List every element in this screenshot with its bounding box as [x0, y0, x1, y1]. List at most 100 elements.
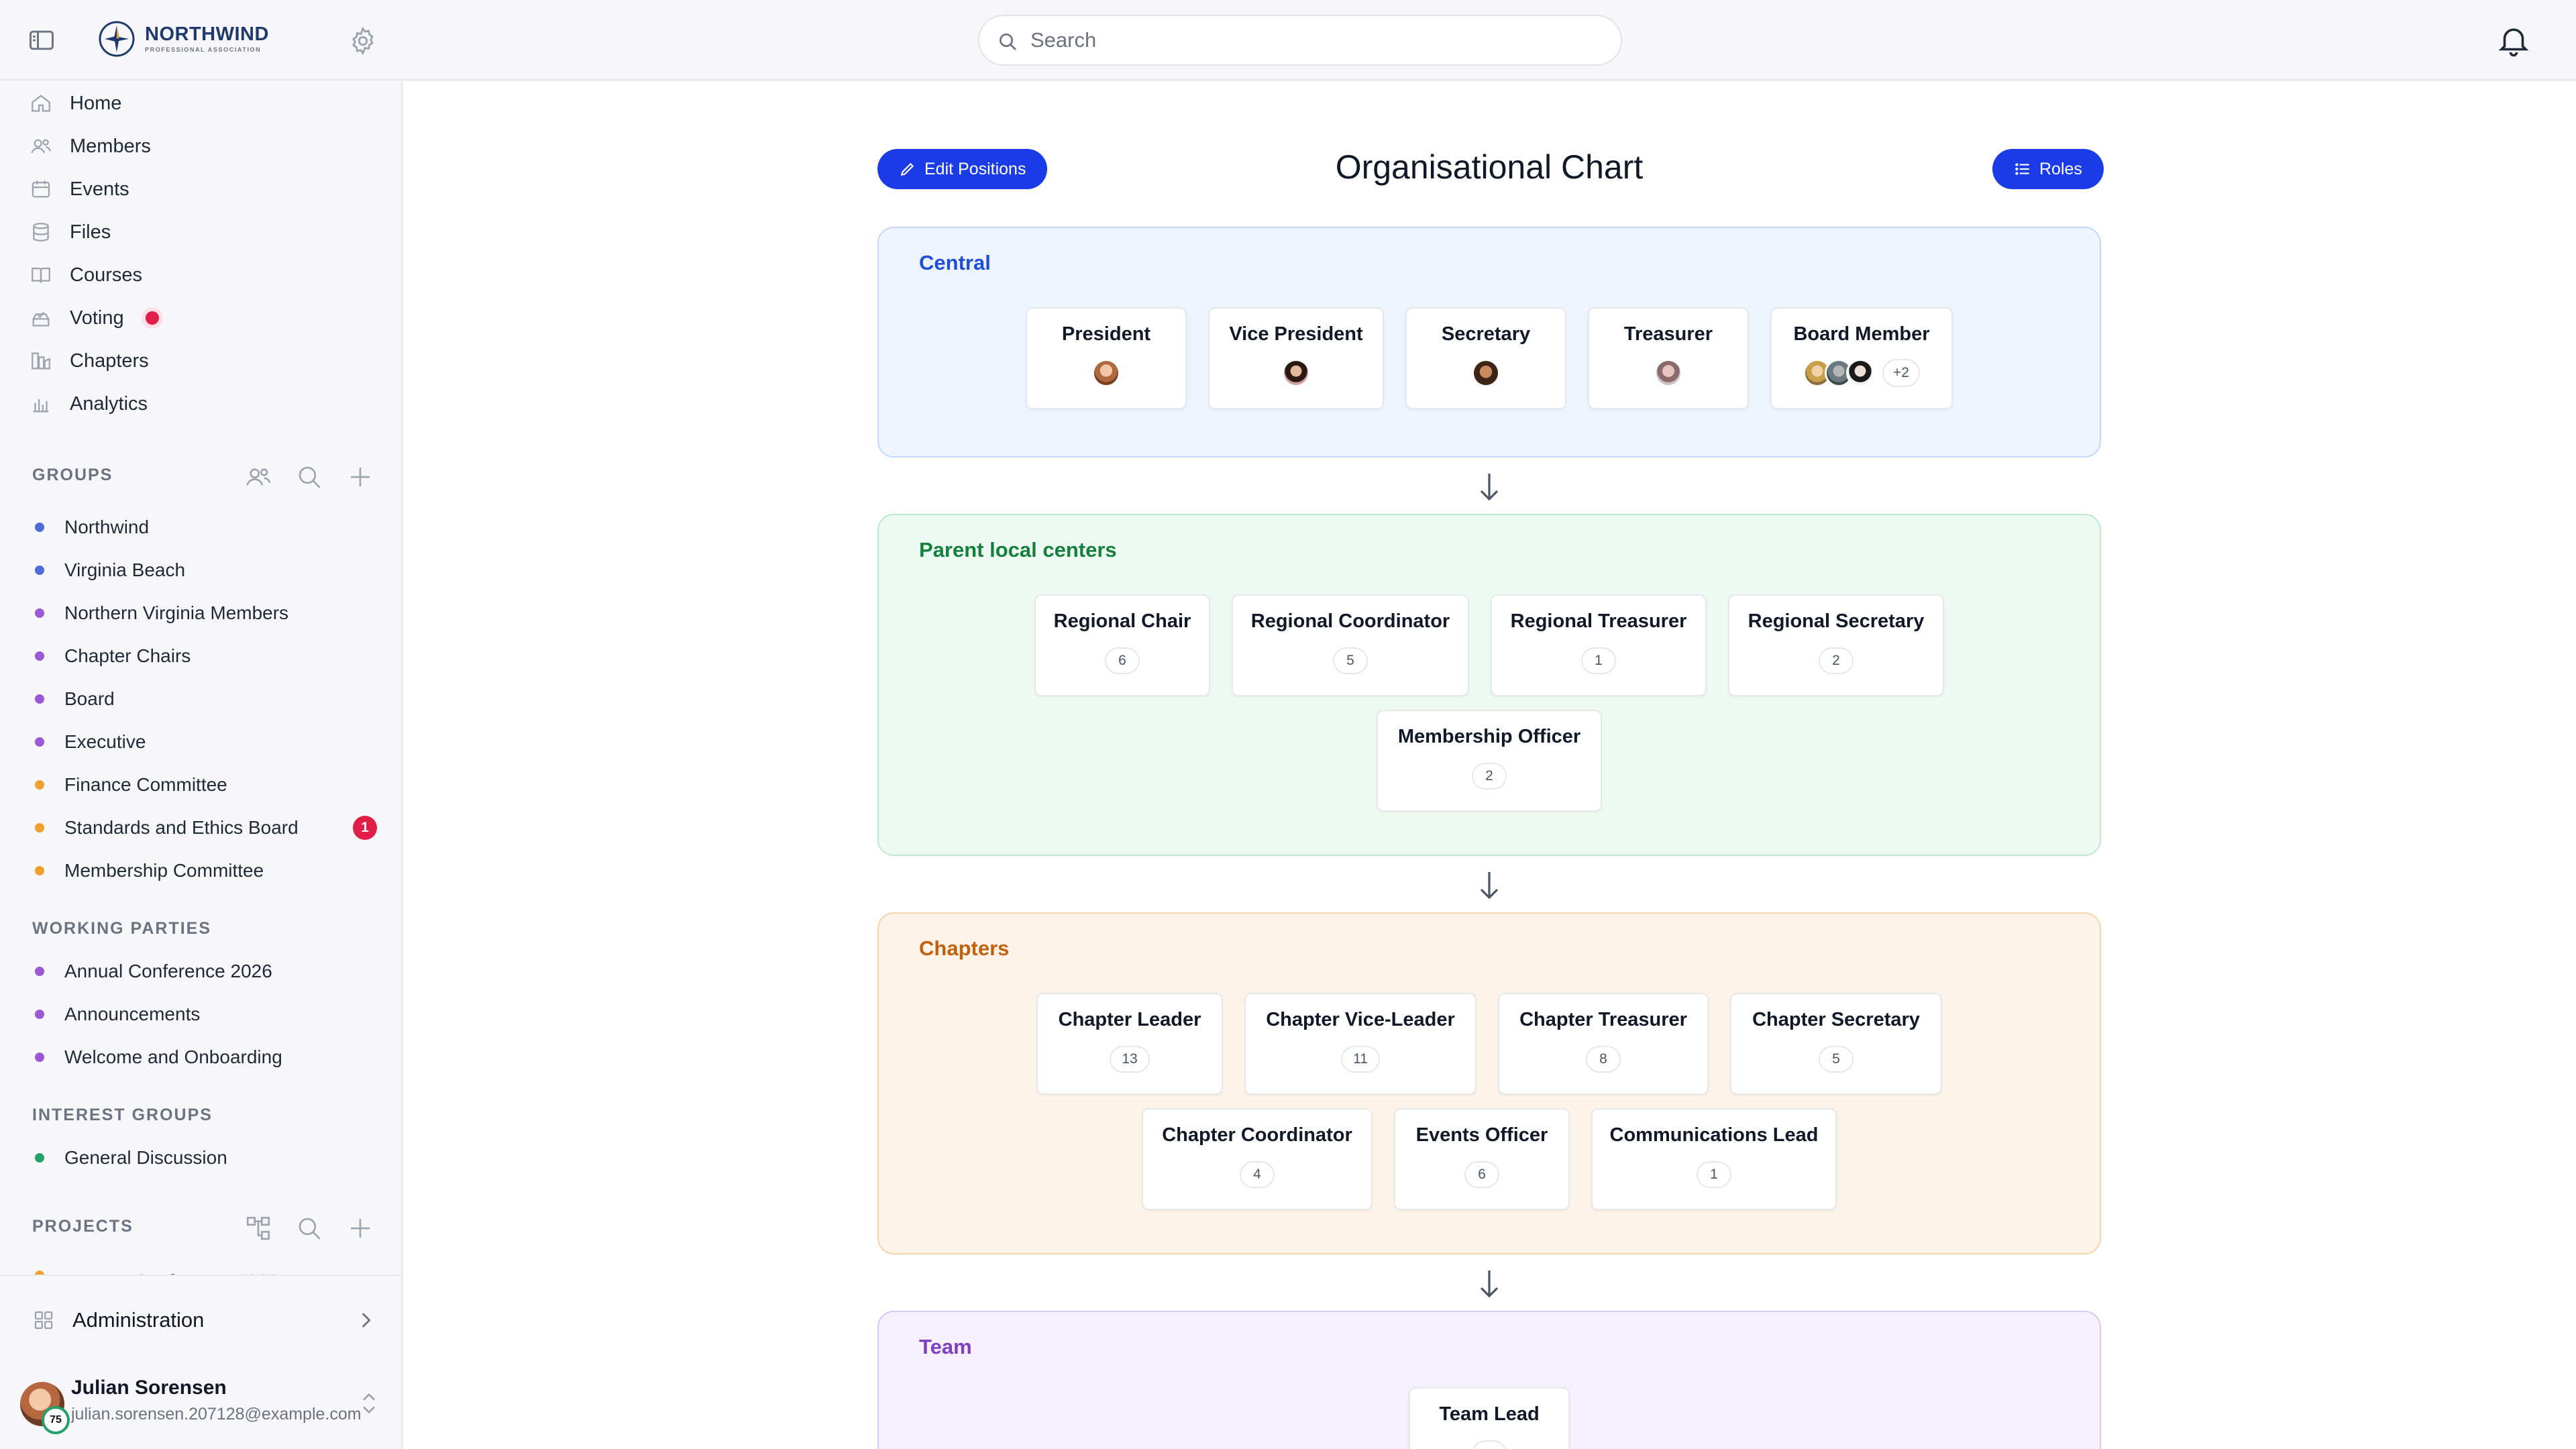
unread-badge: 1	[353, 816, 377, 840]
search-icon[interactable]	[295, 1214, 323, 1242]
position-title: Chapter Coordinator	[1162, 1124, 1352, 1146]
position-card[interactable]: Team Lead	[1409, 1387, 1570, 1449]
group-label: Chapter Chairs	[64, 645, 191, 666]
position-card[interactable]: Chapter Coordinator 4	[1142, 1108, 1373, 1210]
roles-button[interactable]: Roles	[1992, 149, 2104, 189]
tier-title: Central	[919, 251, 991, 274]
position-title: Events Officer	[1415, 1124, 1548, 1146]
avatar	[1092, 359, 1120, 387]
group-item[interactable]: Standards and Ethics Board 1	[35, 810, 377, 845]
group-item[interactable]: Northwind	[35, 510, 377, 545]
position-card[interactable]: Board Member +2	[1770, 307, 1953, 409]
search-input[interactable]: Search	[978, 15, 1622, 66]
gear-icon[interactable]	[347, 25, 378, 56]
group-item[interactable]: Welcome and Onboarding	[35, 1040, 377, 1075]
group-label: Announcements	[64, 1004, 201, 1024]
nav-item-courses[interactable]: Courses	[30, 256, 142, 294]
group-color-dot	[35, 1010, 44, 1019]
interest-groups-heading: INTEREST GROUPS	[32, 1106, 213, 1124]
groups-heading: GROUPS	[32, 466, 113, 484]
group-item[interactable]: Membership Committee	[35, 853, 377, 888]
group-color-dot	[35, 694, 44, 704]
position-title: Regional Treasurer	[1510, 610, 1687, 632]
administration-link[interactable]: Administration	[32, 1301, 377, 1339]
position-card[interactable]: Events Officer 6	[1394, 1108, 1570, 1210]
group-label: General Discussion	[64, 1147, 227, 1168]
group-item[interactable]: Northern Virginia Members	[35, 596, 377, 631]
notification-dot	[145, 311, 159, 325]
group-color-dot	[35, 523, 44, 532]
position-card[interactable]: Regional Coordinator 5	[1232, 594, 1469, 696]
position-card[interactable]: Membership Officer 2	[1377, 710, 1602, 812]
holder-count: 1	[1697, 1161, 1731, 1188]
position-card[interactable]: Chapter Leader 13	[1036, 993, 1223, 1095]
plus-icon[interactable]	[346, 1214, 374, 1242]
avatar	[1282, 359, 1310, 387]
search-icon[interactable]	[295, 463, 323, 491]
group-label: Standards and Ethics Board	[64, 817, 299, 838]
list-icon	[2015, 163, 2029, 175]
tier-parent-local-centers: Parent local centers Regional Chair 6 Re…	[877, 514, 2101, 856]
brand-name: NORTHWIND	[145, 23, 269, 45]
nav-item-home[interactable]: Home	[30, 85, 121, 122]
position-title: Communications Lead	[1609, 1124, 1819, 1146]
position-card[interactable]: Regional Chair 6	[1034, 594, 1210, 696]
nav-item-analytics[interactable]: Analytics	[30, 385, 148, 423]
holders: +2	[1803, 359, 1920, 387]
position-card[interactable]: Chapter Secretary 5	[1730, 993, 1942, 1095]
working-parties-heading: WORKING PARTIES	[32, 919, 212, 938]
position-card[interactable]: Regional Treasurer 1	[1491, 594, 1707, 696]
avatar	[1654, 359, 1682, 387]
calendar-icon	[32, 180, 50, 198]
sidebar-toggle-icon[interactable]	[27, 25, 56, 55]
group-label: Annual Conference 2026	[64, 961, 272, 981]
projects-tools	[244, 1214, 374, 1242]
arrow-down-icon	[1480, 474, 1499, 501]
holder-count: 13	[1110, 1046, 1150, 1073]
user-menu[interactable]: 75 Julian Sorensen julian.sorensen.20712…	[20, 1377, 381, 1434]
holder-count: 11	[1341, 1046, 1380, 1073]
group-item[interactable]: Announcements	[35, 997, 377, 1032]
position-card[interactable]: Chapter Vice-Leader 11	[1244, 993, 1477, 1095]
search-placeholder: Search	[1030, 28, 1097, 52]
plus-icon[interactable]	[346, 463, 374, 491]
holder-count: 1	[1581, 647, 1616, 674]
group-label: Virginia Beach	[64, 559, 186, 580]
group-item[interactable]: Chapter Chairs	[35, 639, 377, 674]
nav-item-events[interactable]: Events	[30, 170, 129, 208]
position-card[interactable]: Chapter Treasurer 8	[1498, 993, 1709, 1095]
tier-title: Chapters	[919, 936, 1010, 960]
brand-logo[interactable]: NORTHWIND PROFESSIONAL ASSOCIATION	[98, 20, 269, 58]
nav-item-chapters[interactable]: Chapters	[30, 342, 149, 380]
positions-row: Membership Officer 2	[879, 710, 2100, 812]
nav-label: Analytics	[70, 392, 148, 415]
members-icon[interactable]	[244, 463, 272, 491]
more-holders-count[interactable]: +2	[1882, 359, 1920, 387]
group-item[interactable]: Executive	[35, 724, 377, 759]
position-card[interactable]: Secretary	[1405, 307, 1566, 409]
holders	[1092, 359, 1120, 387]
bell-icon[interactable]	[2496, 21, 2532, 59]
group-color-dot	[35, 780, 44, 790]
position-card[interactable]: Treasurer	[1588, 307, 1749, 409]
page-title: Organisational Chart	[1335, 148, 1644, 186]
position-card[interactable]: Regional Secretary 2	[1728, 594, 1944, 696]
position-card[interactable]: Vice President	[1208, 307, 1384, 409]
position-card[interactable]: Communications Lead 1	[1591, 1108, 1837, 1210]
nav-item-members[interactable]: Members	[30, 127, 151, 165]
database-icon	[33, 223, 49, 241]
group-item[interactable]: General Discussion	[35, 1140, 377, 1175]
nav-label: Events	[70, 178, 129, 200]
group-item[interactable]: Annual Conference 2026	[35, 954, 377, 989]
hierarchy-icon[interactable]	[244, 1214, 272, 1242]
nav-item-files[interactable]: Files	[30, 213, 111, 251]
projects-heading: PROJECTS	[32, 1217, 133, 1236]
group-item[interactable]: Board	[35, 682, 377, 716]
nav-label: Members	[70, 135, 151, 157]
top-bar: NORTHWIND PROFESSIONAL ASSOCIATION Searc…	[0, 0, 2576, 80]
group-item[interactable]: Virginia Beach	[35, 553, 377, 588]
position-card[interactable]: President	[1026, 307, 1187, 409]
nav-item-voting[interactable]: Voting	[30, 299, 159, 337]
administration-label: Administration	[72, 1308, 205, 1332]
group-item[interactable]: Finance Committee	[35, 767, 377, 802]
